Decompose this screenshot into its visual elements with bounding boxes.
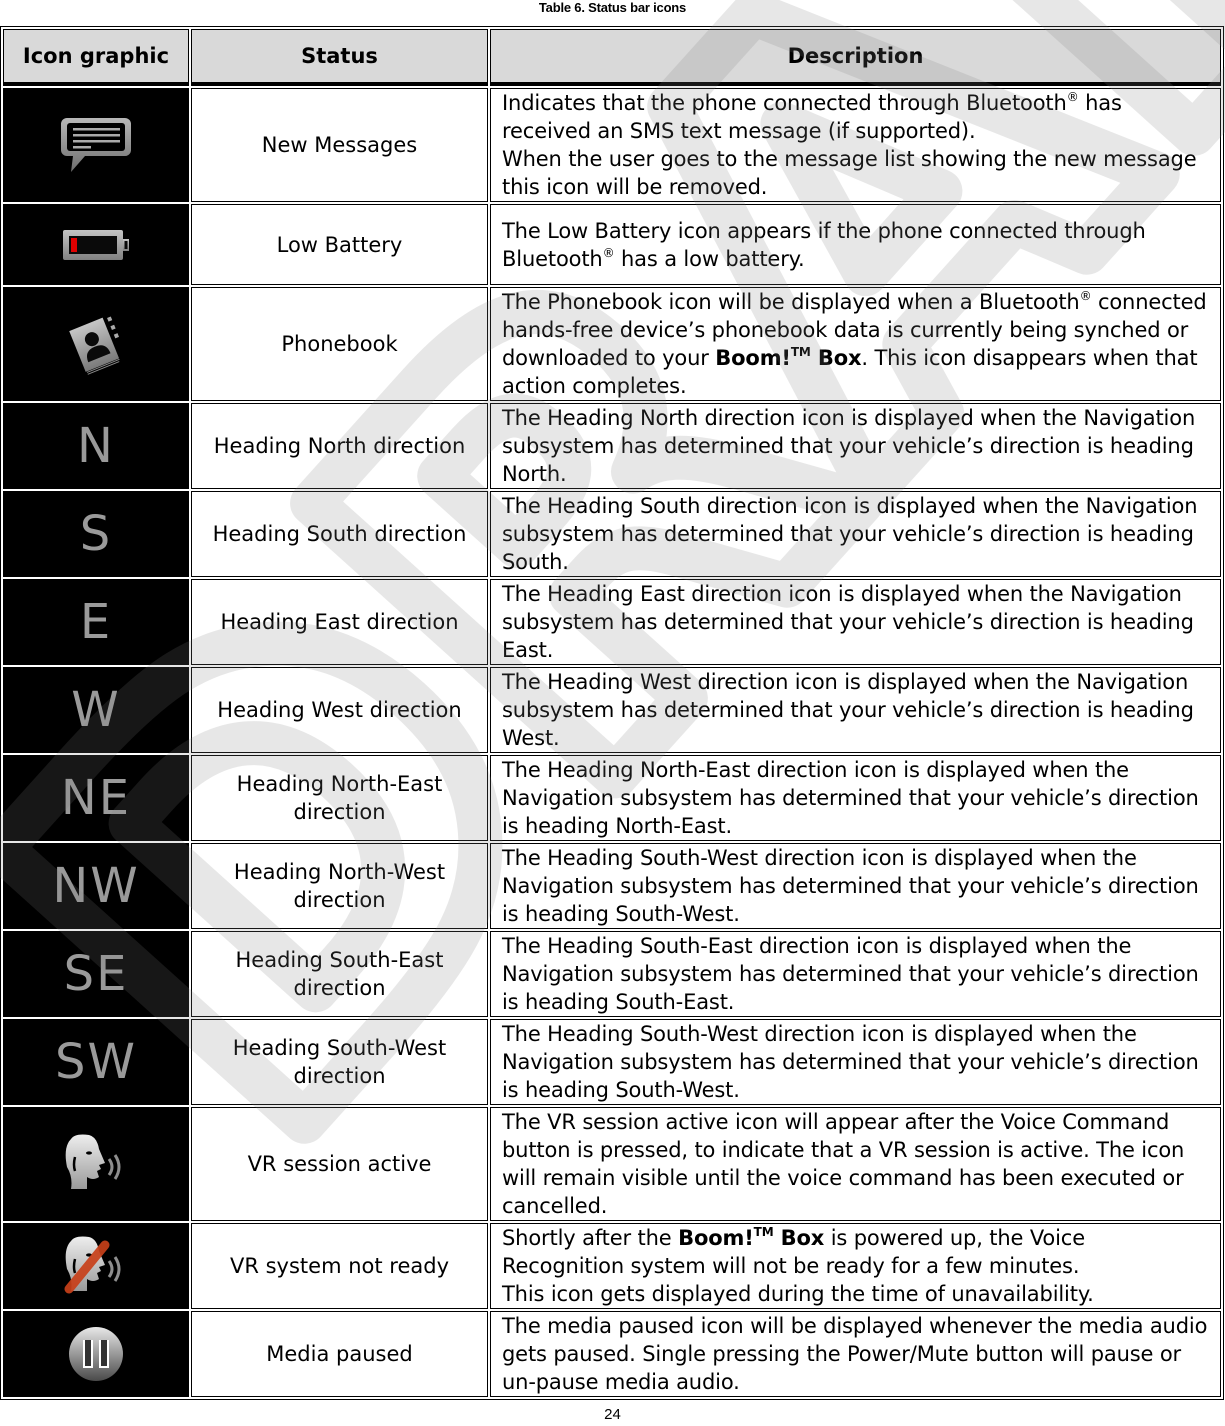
table-row: E Heading East direction The Heading Eas… [3, 579, 1221, 665]
icon-cell [3, 204, 189, 285]
status-cell: Media paused [191, 1311, 488, 1397]
icon-cell [3, 1107, 189, 1221]
table-row: VR session active The VR session active … [3, 1107, 1221, 1221]
phonebook-icon [64, 316, 128, 375]
header-description: Description [490, 29, 1221, 86]
heading-east-icon: E [79, 594, 113, 650]
icon-cell [3, 88, 189, 202]
vr-not-ready-icon [63, 1236, 129, 1294]
heading-south-west-icon: SW [55, 1034, 137, 1090]
media-paused-icon [68, 1327, 124, 1381]
heading-south-east-icon: SE [63, 946, 129, 1002]
table-row: Phonebook The Phonebook icon will be dis… [3, 287, 1221, 401]
page-number: 24 [604, 1406, 621, 1423]
description-cell: Shortly after the Boom!TM Box is powered… [490, 1223, 1221, 1309]
table-row: S Heading South direction The Heading So… [3, 491, 1221, 577]
icon-cell: S [3, 491, 189, 577]
status-cell: Heading North-East direction [191, 755, 488, 841]
status-cell: VR session active [191, 1107, 488, 1221]
table-row: NE Heading North-East direction The Head… [3, 755, 1221, 841]
description-cell: The Phonebook icon will be displayed whe… [490, 287, 1221, 401]
description-cell: The VR session active icon will appear a… [490, 1107, 1221, 1221]
heading-south-icon: S [79, 506, 113, 562]
description-cell: Indicates that the phone connected throu… [490, 88, 1221, 202]
status-cell: Heading South-West direction [191, 1019, 488, 1105]
description-cell: The Heading South-East direction icon is… [490, 931, 1221, 1017]
description-cell: The Heading North-East direction icon is… [490, 755, 1221, 841]
table-row: New Messages Indicates that the phone co… [3, 88, 1221, 202]
icon-cell [3, 1311, 189, 1397]
description-cell: The Heading East direction icon is displ… [490, 579, 1221, 665]
table-row: Media paused The media paused icon will … [3, 1311, 1221, 1397]
table-header-row: Icon graphic Status Description [3, 29, 1221, 86]
status-bar-icons-table: Icon graphic Status Description New Mess… [0, 26, 1224, 1400]
table-row: SW Heading South-West direction The Head… [3, 1019, 1221, 1105]
table-row: VR system not ready Shortly after the Bo… [3, 1223, 1221, 1309]
heading-west-icon: W [71, 682, 121, 738]
status-cell: Heading North-West direction [191, 843, 488, 929]
status-cell: Heading South direction [191, 491, 488, 577]
table-row: Low Battery The Low Battery icon appears… [3, 204, 1221, 285]
status-cell: New Messages [191, 88, 488, 202]
low-battery-icon [61, 229, 131, 260]
description-cell: The Heading South direction icon is disp… [490, 491, 1221, 577]
description-cell: The Heading South-West direction icon is… [490, 1019, 1221, 1105]
status-cell: VR system not ready [191, 1223, 488, 1309]
description-cell: The Heading South-West direction icon is… [490, 843, 1221, 929]
icon-cell: SW [3, 1019, 189, 1105]
status-cell: Heading North direction [191, 403, 488, 489]
status-cell: Phonebook [191, 287, 488, 401]
icon-cell: NW [3, 843, 189, 929]
icon-cell: NE [3, 755, 189, 841]
table-row: N Heading North direction The Heading No… [3, 403, 1221, 489]
header-status: Status [191, 29, 488, 86]
table-row: NW Heading North-West direction The Head… [3, 843, 1221, 929]
description-cell: The media paused icon will be displayed … [490, 1311, 1221, 1397]
heading-north-west-icon: NW [52, 858, 140, 914]
vr-session-active-icon [63, 1134, 129, 1189]
icon-cell [3, 287, 189, 401]
status-cell: Heading South-East direction [191, 931, 488, 1017]
description-cell: The Heading North direction icon is disp… [490, 403, 1221, 489]
description-cell: The Low Battery icon appears if the phon… [490, 204, 1221, 285]
header-icon-graphic: Icon graphic [3, 29, 189, 86]
icon-cell: E [3, 579, 189, 665]
heading-north-east-icon: NE [60, 770, 132, 826]
icon-cell: N [3, 403, 189, 489]
description-cell: The Heading West direction icon is displ… [490, 667, 1221, 753]
table-row: SE Heading South-East direction The Head… [3, 931, 1221, 1017]
message-bubble-icon [59, 118, 133, 172]
icon-cell: SE [3, 931, 189, 1017]
status-cell: Heading East direction [191, 579, 488, 665]
table-row: W Heading West direction The Heading Wes… [3, 667, 1221, 753]
table-caption: Table 6. Status bar icons [538, 0, 687, 15]
icon-cell: W [3, 667, 189, 753]
status-cell: Heading West direction [191, 667, 488, 753]
heading-north-icon: N [77, 418, 115, 474]
icon-cell [3, 1223, 189, 1309]
status-cell: Low Battery [191, 204, 488, 285]
